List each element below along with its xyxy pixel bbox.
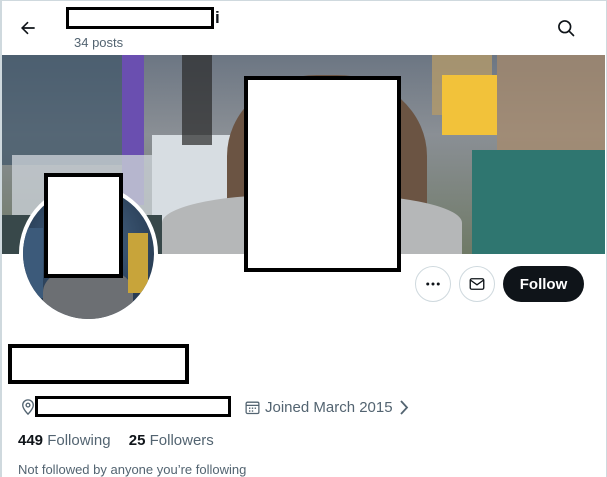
location-redaction <box>35 396 231 417</box>
search-icon <box>558 20 575 37</box>
not-followed-notice: Not followed by anyone you’re following <box>18 462 247 477</box>
joined-date[interactable]: Joined March 2015 <box>265 399 393 417</box>
display-name-redaction <box>8 344 189 384</box>
followers-count: 25 <box>128 432 146 449</box>
following-link[interactable]: 449 Following <box>18 432 111 450</box>
more-button[interactable] <box>415 266 451 302</box>
post-count: 34 posts <box>74 35 124 50</box>
more-horizontal-icon <box>426 282 440 286</box>
follow-button[interactable]: Follow <box>503 266 584 302</box>
followers-link[interactable]: 25 Followers <box>129 432 214 450</box>
header-name-tail: i <box>215 8 220 27</box>
following-count: 449 <box>18 432 44 449</box>
avatar-redaction <box>44 173 123 278</box>
follow-stats: 449 Following 25 Followers <box>18 432 228 450</box>
header-name-redaction <box>66 7 214 29</box>
envelope-icon <box>469 278 485 290</box>
chevron-right-icon[interactable] <box>398 399 410 416</box>
banner-redaction <box>244 76 401 272</box>
search-button[interactable] <box>550 12 582 44</box>
back-button[interactable] <box>12 12 44 44</box>
calendar-icon <box>245 401 260 415</box>
profile-header: i 34 posts <box>0 0 607 56</box>
following-label: Following <box>47 432 111 449</box>
message-button[interactable] <box>459 266 495 302</box>
arrow-left-icon <box>21 21 35 35</box>
followers-label: Followers <box>149 432 214 449</box>
